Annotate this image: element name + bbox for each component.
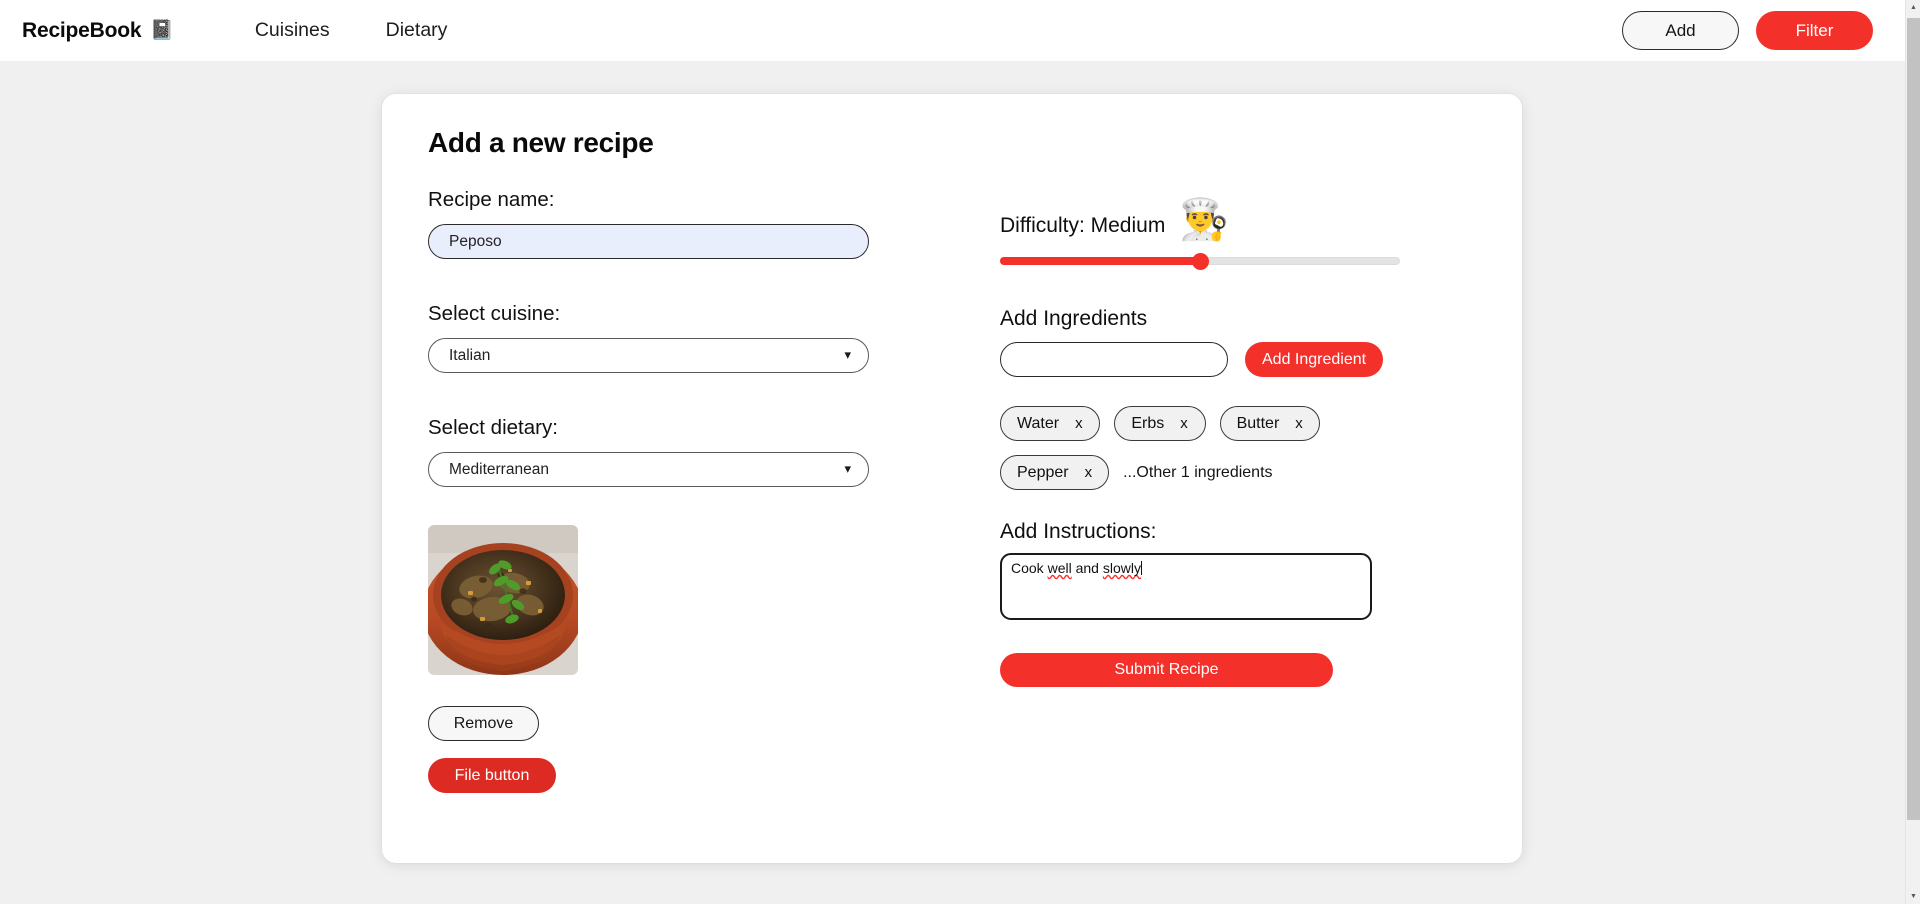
ingredient-chip-label: Water — [1017, 414, 1060, 432]
ingredient-add-row: Add Ingredient — [1000, 342, 1470, 377]
ingredients-title: Add Ingredients — [1000, 307, 1148, 330]
dietary-select-wrap: Mediterranean ▾ — [428, 452, 869, 487]
difficulty-row: Difficulty: Medium 👨‍🍳 — [1000, 188, 1470, 240]
page-root: RecipeBook 📓 Cuisines Dietary Add Filter… — [0, 0, 1920, 904]
form-right-column: Difficulty: Medium 👨‍🍳 Add Ingredients A… — [1000, 188, 1470, 687]
brand-logo[interactable]: RecipeBook 📓 — [22, 19, 174, 43]
cuisine-select-wrap: Italian ▾ — [428, 338, 869, 373]
cuisine-select[interactable]: Italian — [428, 338, 869, 373]
misspelled-word: well — [1047, 560, 1072, 576]
file-button[interactable]: File button — [428, 758, 556, 793]
slider-fill — [1000, 257, 1200, 265]
remove-ingredient-icon[interactable]: x — [1180, 415, 1188, 432]
dietary-label: Select dietary: — [428, 416, 558, 439]
instructions-textarea[interactable]: Cook well and slowly — [1000, 553, 1372, 620]
more-ingredients-text: ...Other 1 ingredients — [1123, 463, 1273, 481]
instruction-text: Cook — [1011, 560, 1048, 576]
text-cursor — [1140, 561, 1142, 575]
navbar-actions: Add Filter — [1622, 11, 1873, 50]
remove-ingredient-icon[interactable]: x — [1075, 415, 1083, 432]
difficulty-slider[interactable] — [1000, 250, 1400, 272]
ingredient-chip[interactable]: Erbs x — [1113, 406, 1206, 441]
slider-thumb[interactable] — [1192, 253, 1209, 270]
scroll-down-icon[interactable]: ▼ — [1906, 889, 1920, 904]
brand-label: RecipeBook — [22, 18, 142, 42]
ingredient-chip-list: Water x Erbs x Butter x Pepper x ...Other 1 ingr… — [1000, 406, 1400, 490]
remove-ingredient-icon[interactable]: x — [1295, 415, 1303, 432]
notebook-icon: 📓 — [150, 20, 174, 41]
instruction-text: and — [1071, 560, 1103, 576]
difficulty-label: Difficulty: Medium — [1000, 214, 1166, 237]
vertical-scrollbar[interactable]: ▲ ▼ — [1905, 0, 1920, 904]
page-title: Add a new recipe — [428, 127, 654, 158]
add-button[interactable]: Add — [1622, 11, 1739, 50]
scroll-up-icon[interactable]: ▲ — [1906, 0, 1920, 15]
ingredient-chip[interactable]: Butter x — [1219, 406, 1320, 441]
nav-links: Cuisines Dietary — [255, 19, 448, 42]
ingredient-input[interactable] — [1000, 342, 1228, 377]
filter-button[interactable]: Filter — [1756, 11, 1873, 50]
form-left-column: Recipe name: Select cuisine: Italian ▾ S… — [428, 188, 908, 793]
person-cooking-icon: 👨‍🍳 — [1179, 198, 1230, 242]
submit-recipe-button[interactable]: Submit Recipe — [1000, 653, 1333, 687]
recipe-thumbnail — [428, 525, 578, 675]
instructions-title: Add Instructions: — [1000, 520, 1157, 543]
ingredient-chip-label: Erbs — [1131, 414, 1165, 432]
recipe-name-label: Recipe name: — [428, 188, 555, 211]
add-ingredient-button[interactable]: Add Ingredient — [1245, 342, 1384, 377]
add-recipe-card: Add a new recipe Recipe name: Select cui… — [382, 94, 1522, 863]
recipe-name-input[interactable] — [428, 224, 869, 259]
ingredient-chip[interactable]: Pepper x — [1000, 455, 1110, 490]
misspelled-word: slowly — [1102, 560, 1141, 576]
ingredient-chip-label: Butter — [1236, 414, 1280, 432]
dietary-select[interactable]: Mediterranean — [428, 452, 869, 487]
ingredient-chip-label: Pepper — [1017, 463, 1069, 481]
remove-image-button[interactable]: Remove — [428, 706, 539, 741]
scrollbar-thumb[interactable] — [1907, 18, 1920, 820]
nav-link-dietary[interactable]: Dietary — [386, 19, 448, 42]
ingredient-chip[interactable]: Water x — [1000, 406, 1100, 441]
cuisine-label: Select cuisine: — [428, 302, 561, 325]
navbar: RecipeBook 📓 Cuisines Dietary Add Filter — [0, 0, 1905, 61]
nav-link-cuisines[interactable]: Cuisines — [255, 19, 330, 42]
remove-ingredient-icon[interactable]: x — [1085, 464, 1093, 481]
